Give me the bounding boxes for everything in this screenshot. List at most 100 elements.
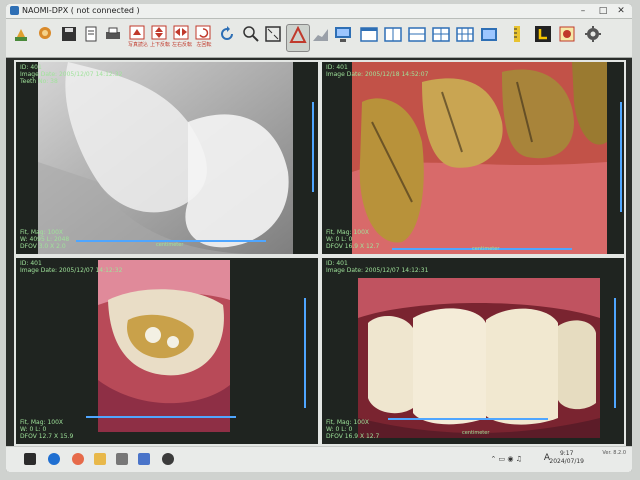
triangle-icon	[289, 26, 307, 43]
layout-4-button[interactable]	[430, 24, 452, 50]
tooth-chart-button[interactable]	[556, 24, 578, 50]
ruler-button[interactable]	[506, 24, 528, 50]
save-button[interactable]	[58, 24, 80, 50]
intraoral-photo-stained-teeth	[352, 62, 607, 254]
panel-3-header: ID: 401 Image Date: 2005/12/07 14:12:32	[20, 260, 122, 274]
clock[interactable]: 9:17 2024/07/19	[549, 450, 584, 466]
panel-4-wl: W: 0 L: 0	[326, 426, 353, 433]
panel-3-footer: Fit, Mag: 100X W: 0 L: 0 DFOV 12.7 X 15.…	[20, 419, 73, 440]
system-tray[interactable]: ⌃ ▭ ◉ ♫	[490, 455, 522, 463]
rotate-left-icon	[195, 25, 211, 40]
media-icon[interactable]	[162, 453, 174, 465]
start-icon[interactable]	[24, 453, 36, 465]
flip-horizontal-label: 左右反転	[171, 42, 192, 48]
layout-grid-icon	[432, 27, 450, 42]
panel-3-dfov: DFOV 12.7 X 15.9	[20, 433, 74, 440]
window-title: NAOMI-DPX ( not connected )	[22, 6, 140, 15]
measure-button[interactable]	[286, 24, 310, 52]
panel-4-unit: centimeter	[462, 430, 490, 436]
ruler-icon	[514, 26, 520, 42]
panel-2-id: ID: 401	[326, 64, 348, 71]
naomi-app-icon[interactable]	[138, 453, 150, 465]
maximize-button[interactable]: □	[594, 4, 612, 18]
save-icon	[62, 27, 76, 41]
printer-icon	[106, 27, 120, 39]
layout-split-icon	[384, 27, 402, 42]
layout-3-button[interactable]	[406, 24, 428, 50]
folder-icon[interactable]	[94, 453, 106, 465]
panel-4-dfov: DFOV 16.9 X 12.7	[326, 433, 380, 440]
panel-1-vertical-ruler	[302, 102, 314, 192]
flip-horizontal-button[interactable]: 左右反転	[170, 24, 192, 50]
image-panel-1[interactable]: ID: 401 Image Date: 2005/12/07 14:12:32 …	[14, 60, 320, 256]
magnifier-icon	[243, 26, 259, 42]
zoom-button[interactable]	[240, 24, 262, 50]
panel-1-unit: centimeter	[156, 242, 184, 248]
panel-3-horizontal-ruler	[86, 408, 236, 418]
document-button[interactable]	[80, 24, 102, 50]
patient-icon	[39, 27, 51, 39]
panel-3-mag: Fit, Mag: 100X	[20, 419, 64, 426]
xray-image	[38, 62, 293, 254]
panel-3-wl: W: 0 L: 0	[20, 426, 47, 433]
panel-1-date: Image Date: 2005/12/07 14:12:32	[20, 71, 123, 78]
layout-9-button[interactable]	[478, 24, 500, 50]
photo-load-icon	[129, 25, 145, 40]
tooth-app-icon[interactable]	[116, 453, 128, 465]
rotate-button[interactable]	[216, 24, 238, 50]
close-button[interactable]: ✕	[612, 4, 630, 18]
toolbar: 写真読込 上下反転 左右反転 左回転	[6, 19, 632, 58]
panel-4-header: ID: 401 Image Date: 2005/12/07 14:12:31	[326, 260, 428, 274]
photo-load-label: 写真読込	[127, 42, 148, 48]
image-panel-3[interactable]: ID: 401 Image Date: 2005/12/07 14:12:32 …	[14, 256, 320, 446]
histogram-icon	[313, 29, 328, 41]
app-icon	[10, 6, 19, 15]
fit-icon	[265, 26, 281, 42]
panel-1-mag: Fit, Mag: 100X	[20, 229, 64, 236]
panel-2-dfov: DFOV 16.9 X 12.7	[326, 243, 380, 250]
panel-2-mag: Fit, Mag: 100X	[326, 229, 370, 236]
panel-4-vertical-ruler	[604, 298, 616, 408]
layout-six-icon	[456, 27, 474, 42]
minimize-button[interactable]: –	[574, 4, 592, 18]
image-panel-4[interactable]: ID: 401 Image Date: 2005/12/07 14:12:31 …	[320, 256, 626, 446]
photo-load-button[interactable]: 写真読込	[126, 24, 148, 50]
flip-vertical-icon	[151, 25, 167, 40]
layout-6-button[interactable]	[454, 24, 476, 50]
panel-2-footer: Fit, Mag: 100X W: 0 L: 0 DFOV 16.9 X 12.…	[326, 229, 379, 250]
panel-2-header: ID: 401 Image Date: 2005/12/18 14:52:07	[326, 64, 428, 78]
panel-1-wl: W: 4095 L: 2048	[20, 236, 70, 243]
rotate-left-button[interactable]: 左回転	[192, 24, 214, 50]
clock-date: 2024/07/19	[549, 458, 584, 465]
monitor-screen: NAOMI-DPX ( not connected ) – □ ✕ 写真読込 上…	[6, 4, 632, 472]
panel-2-date: Image Date: 2005/12/18 14:52:07	[326, 71, 429, 78]
layout-nine-icon	[481, 28, 497, 41]
flip-vertical-button[interactable]: 上下反転	[148, 24, 170, 50]
onoff-button[interactable]	[332, 24, 354, 50]
monitor-onoff-icon	[335, 27, 351, 42]
layout-single-icon	[360, 27, 378, 42]
patient-button[interactable]	[34, 24, 56, 50]
print-button[interactable]	[102, 24, 124, 50]
taskbar: ⌃ ▭ ◉ ♫ A 9:17 2024/07/19 Ver. 8.2.0	[6, 446, 632, 472]
panel-2-vertical-ruler	[610, 102, 622, 212]
l-button[interactable]	[532, 24, 554, 50]
browser-icon[interactable]	[48, 453, 60, 465]
image-panel-2[interactable]: ID: 401 Image Date: 2005/12/18 14:52:07 …	[320, 60, 626, 256]
panel-1-dfov: DFOV 3.0 X 2.0	[20, 243, 66, 250]
panel-4-footer: Fit, Mag: 100X W: 0 L: 0 DFOV 16.9 X 12.…	[326, 419, 379, 440]
fit-button[interactable]	[262, 24, 284, 50]
import-button[interactable]	[10, 24, 32, 50]
layout-2-button[interactable]	[382, 24, 404, 50]
histogram-button[interactable]	[310, 24, 332, 50]
app-launcher-icon[interactable]	[72, 453, 84, 465]
panel-1-horizontal-ruler	[76, 232, 266, 242]
panel-3-date: Image Date: 2005/12/07 14:12:32	[20, 267, 123, 274]
panel-1-footer: Fit, Mag: 100X W: 4095 L: 2048 DFOV 3.0 …	[20, 229, 69, 250]
gear-icon	[585, 26, 601, 42]
panel-4-horizontal-ruler	[388, 410, 548, 420]
layout-1-button[interactable]	[358, 24, 380, 50]
clock-time: 9:17	[559, 450, 574, 457]
intraoral-photo-molar	[98, 260, 230, 432]
settings-button[interactable]	[582, 24, 604, 50]
